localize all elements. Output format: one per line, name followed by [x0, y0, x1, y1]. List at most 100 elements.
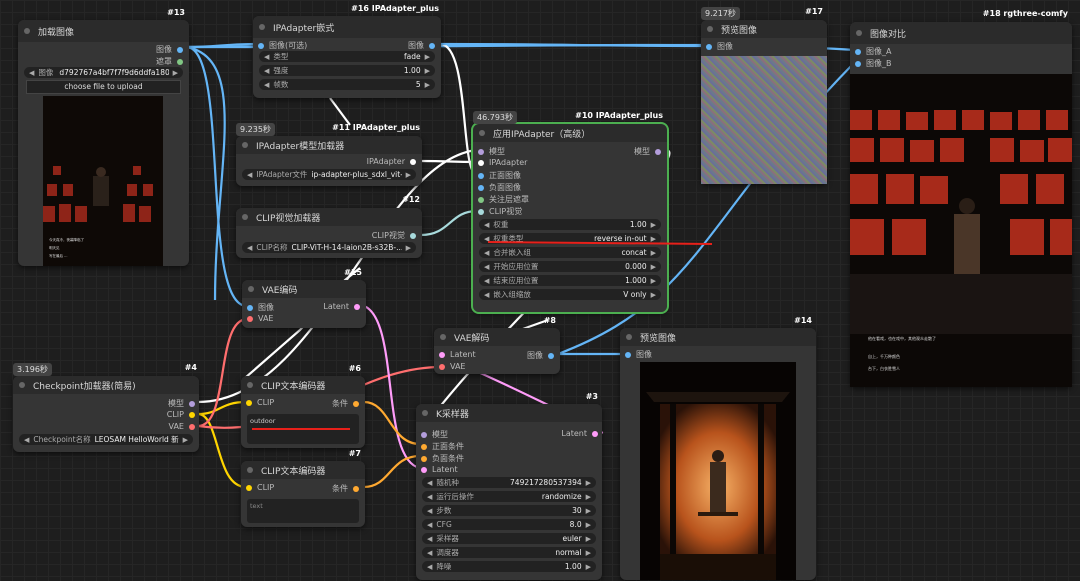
node-id: #11 IPAdapter_plus — [332, 123, 420, 132]
output-ipadapter[interactable]: IPAdapter — [367, 157, 416, 166]
frames-stepper[interactable]: ◀ 帧数 5 ▶ — [259, 79, 435, 90]
node-title: 预览图像 — [640, 333, 677, 344]
ipadapter-file-select[interactable]: ◀ IPAdapter文件 ip-adapter-plus_sdxl_vit-h ▶ — [242, 169, 416, 180]
input-clip-vision[interactable]: CLIP视觉 — [478, 206, 522, 217]
output-vae[interactable]: VAE — [169, 422, 195, 431]
output-image[interactable]: 图像 — [527, 350, 554, 361]
caption-line: 明天见 — [49, 246, 60, 250]
input-clip[interactable]: CLIP — [246, 398, 274, 407]
input-model[interactable]: 模型 — [421, 429, 448, 440]
caption-line: 台下，白衣胜雪人 — [868, 366, 900, 371]
prompt-textarea[interactable]: text — [247, 499, 359, 523]
scheduler-select[interactable]: ◀ 调度器 normal ▶ — [422, 547, 596, 558]
image-compare-node[interactable]: #18 rgthree-comfy 图像对比 图像_A 图像_B 他在看戏，也在… — [850, 9, 1072, 387]
wire-clipvision-to-apply — [420, 209, 478, 237]
load-image-node[interactable]: #13 加载图像 图像 遮罩 ◀ 图像 d792767a4bf7f7f9d6ddfa… — [18, 8, 189, 266]
node-id: #17 — [805, 7, 823, 16]
caption-line: 今天真冷，夜幕降临了 — [49, 238, 84, 242]
input-image-a[interactable]: 图像_A — [855, 46, 891, 57]
input-latent[interactable]: Latent — [439, 350, 476, 359]
input-negative-image[interactable]: 负面图像 — [478, 182, 521, 193]
input-clip[interactable]: CLIP — [246, 483, 274, 492]
input-vae[interactable]: VAE — [439, 362, 466, 371]
upload-button[interactable]: choose file to upload — [26, 80, 181, 94]
output-clip-vision[interactable]: CLIP视觉 — [372, 230, 416, 241]
wire-image-to-ipa-batch — [186, 42, 260, 49]
node-id: #12 — [402, 195, 420, 204]
node-id: #3 — [585, 392, 598, 401]
clip-name-select[interactable]: ◀ CLIP名称 CLIP-ViT-H-14-laion2B-s32B-... ▶ — [242, 242, 416, 253]
node-id: #13 — [167, 8, 185, 17]
output-latent[interactable]: Latent — [561, 429, 598, 438]
node-id: #6 — [348, 364, 361, 373]
input-model[interactable]: 模型 — [478, 146, 505, 157]
noise-preview-image — [701, 56, 827, 184]
output-conditioning[interactable]: 条件 — [332, 483, 359, 494]
input-ipadapter[interactable]: IPAdapter — [478, 158, 527, 167]
end-at-slider[interactable]: ◀ 结束应用位置 1.000 ▶ — [479, 275, 661, 286]
wire-image-to-vae-encode-2 — [186, 45, 226, 301]
start-at-slider[interactable]: ◀ 开始应用位置 0.000 ▶ — [479, 261, 661, 272]
checkpoint-loader-node[interactable]: 3.196秒 #4 Checkpoint加载器(简易) 模型 CLIP VAE … — [13, 363, 199, 452]
type-select[interactable]: ◀ 类型 fade ▶ — [259, 51, 435, 62]
embeds-scaling-select[interactable]: ◀ 嵌入组缩放 V only ▶ — [479, 289, 661, 300]
preview-image-node-17[interactable]: 9.217秒 #17 预览图像 图像 — [701, 7, 827, 184]
generated-image-preview — [640, 362, 796, 580]
node-title: Checkpoint加载器(简易) — [33, 381, 136, 392]
output-latent[interactable]: Latent — [323, 302, 360, 311]
cfg-stepper[interactable]: ◀ CFG 8.0 ▶ — [422, 519, 596, 530]
input-image[interactable]: 图像 — [247, 302, 274, 313]
input-image[interactable]: 图像 — [625, 349, 652, 360]
node-title: CLIP视觉加载器 — [256, 213, 321, 224]
run-time: 46.793秒 — [473, 111, 517, 124]
seed-stepper[interactable]: ◀ 随机种 749217280537394 ▶ — [422, 477, 596, 488]
output-image[interactable]: 图像 — [156, 44, 183, 55]
input-attention-mask[interactable]: 关注层遮罩 — [478, 194, 529, 205]
wire-clip-to-neg — [197, 412, 247, 489]
output-model[interactable]: 模型 — [168, 398, 195, 409]
strength-slider[interactable]: ◀ 强度 1.00 ▶ — [259, 65, 435, 76]
run-time: 9.235秒 — [236, 123, 275, 136]
clip-text-encode-positive-node[interactable]: #6 CLIP文本编码器 CLIP 条件 outdoor — [241, 364, 365, 448]
clip-text-encode-negative-node[interactable]: #7 CLIP文本编码器 CLIP 条件 text — [241, 449, 365, 527]
output-model[interactable]: 模型 — [634, 146, 661, 157]
control-after-generate-select[interactable]: ◀ 运行后操作 randomize ▶ — [422, 491, 596, 502]
vae-decode-node[interactable]: #8 VAE解码 Latent VAE 图像 — [434, 316, 560, 374]
checkpoint-name-select[interactable]: ◀ Checkpoint名称 LEOSAM HelloWorld 新... ▶ — [19, 434, 193, 445]
ipadapter-batch-node[interactable]: #16 IPAdapter_plus IPAdapter嵌式 图像(可选) 图像… — [253, 4, 441, 98]
input-negative[interactable]: 负面条件 — [421, 453, 464, 464]
image-select[interactable]: ◀ 图像 d792767a4bf7f7f9d6ddfa180... ▶ — [24, 67, 183, 78]
node-id: #4 — [184, 363, 197, 372]
input-image[interactable]: 图像 — [706, 41, 733, 52]
input-image-optional[interactable]: 图像(可选) — [258, 40, 307, 51]
output-clip[interactable]: CLIP — [167, 410, 195, 419]
node-id: #14 — [794, 316, 812, 325]
comparison-image: 他在看戏，也在戏中，其他观众走散了 自上，千万种颜色 台下，白衣胜雪人 — [850, 74, 1072, 387]
denoise-slider[interactable]: ◀ 降噪 1.00 ▶ — [422, 561, 596, 572]
input-vae[interactable]: VAE — [247, 314, 274, 323]
input-image-b[interactable]: 图像_B — [855, 58, 892, 69]
combine-embeds-select[interactable]: ◀ 合并嵌入组 concat ▶ — [479, 247, 661, 258]
ipadapter-model-loader-node[interactable]: 9.235秒 #11 IPAdapter_plus IPAdapter模型加载器… — [236, 123, 422, 186]
clip-vision-loader-node[interactable]: #12 CLIP视觉加载器 CLIP视觉 ◀ CLIP名称 CLIP-ViT-H-1… — [236, 195, 422, 258]
node-title: 应用IPAdapter（高级） — [493, 129, 591, 140]
output-conditioning[interactable]: 条件 — [332, 398, 359, 409]
preview-image-node-14[interactable]: #14 预览图像 图像 — [620, 316, 816, 580]
steps-stepper[interactable]: ◀ 步数 30 ▶ — [422, 505, 596, 516]
vae-encode-node[interactable]: #15 VAE编码 图像 VAE Latent — [242, 268, 366, 328]
output-mask[interactable]: 遮罩 — [156, 56, 183, 67]
node-id: #10 IPAdapter_plus — [575, 111, 663, 120]
wire-encode-latent-to-ksampler — [363, 304, 421, 470]
node-id: #18 rgthree-comfy — [982, 9, 1068, 18]
input-positive-image[interactable]: 正面图像 — [478, 170, 521, 181]
input-positive[interactable]: 正面条件 — [421, 441, 464, 452]
ksampler-node[interactable]: #3 K采样器 模型 正面条件 负面条件 Latent Latent ◀ 随机种 7… — [416, 392, 602, 580]
node-id: #16 IPAdapter_plus — [351, 4, 439, 13]
weight-slider[interactable]: ◀ 权重 1.00 ▶ — [479, 219, 661, 230]
input-latent[interactable]: Latent — [421, 465, 458, 474]
output-image[interactable]: 图像 — [408, 40, 435, 51]
node-title: 图像对比 — [870, 29, 907, 40]
apply-ipadapter-advanced-node[interactable]: 46.793秒 #10 IPAdapter_plus 应用IPAdapter（高… — [471, 111, 669, 314]
wire-vae-to-encode — [197, 317, 248, 428]
sampler-select[interactable]: ◀ 采样器 euler ▶ — [422, 533, 596, 544]
